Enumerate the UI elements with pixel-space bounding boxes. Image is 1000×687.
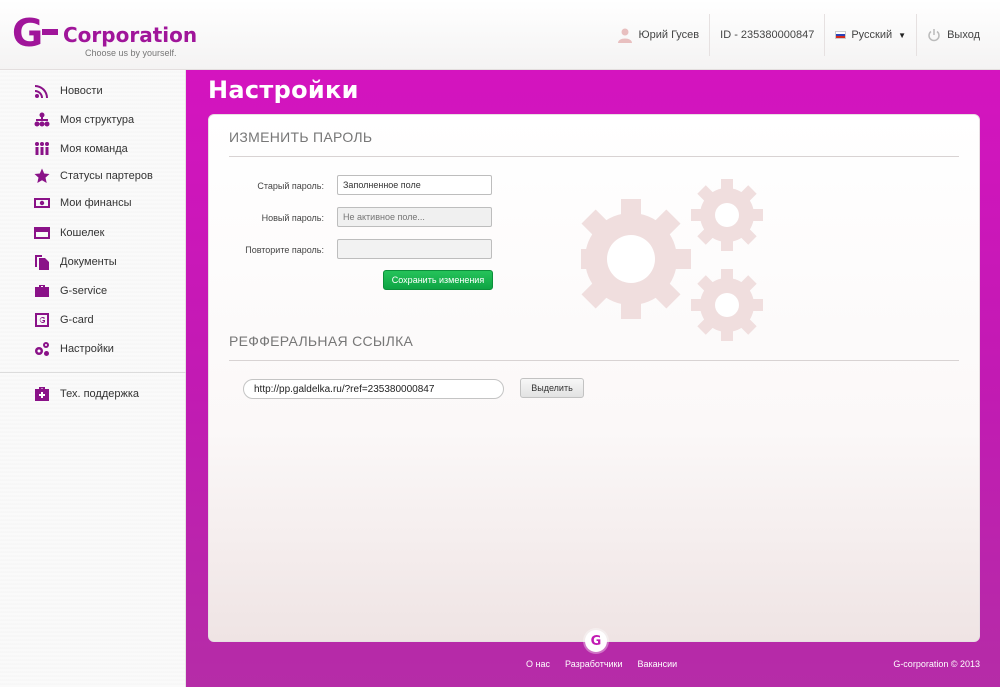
- rss-icon: [34, 83, 50, 99]
- sidebar-item-label: Мои финансы: [60, 197, 132, 209]
- logo-g: G: [12, 11, 43, 55]
- new-password-input[interactable]: [337, 207, 492, 227]
- star-icon: [34, 168, 50, 184]
- sidebar: Новости Моя структура Моя команда Статус…: [0, 70, 186, 687]
- user-icon: [617, 28, 632, 43]
- chevron-down-icon: ▼: [898, 30, 907, 40]
- main-content: Настройки ИЗМЕНИТЬ ПАРОЛЬ Старый пароль:…: [186, 70, 1000, 687]
- team-icon: [34, 141, 50, 157]
- sidebar-item-label: G-service: [60, 285, 108, 297]
- sidebar-item-label: Моя команда: [60, 143, 128, 155]
- card-icon: [34, 312, 50, 328]
- russia-flag-icon: [835, 31, 847, 39]
- structure-icon: [34, 112, 50, 128]
- old-password-label: Старый пароль:: [257, 181, 324, 191]
- sidebar-item-wallet[interactable]: Кошелек: [0, 221, 186, 245]
- header: G Corporation Choose us by yourself. Юри…: [0, 0, 1000, 70]
- section-divider: [229, 156, 959, 157]
- referral-link-heading: РЕФФЕРАЛЬНАЯ ССЫЛКА: [229, 333, 414, 349]
- sidebar-item-team[interactable]: Моя команда: [0, 137, 186, 161]
- sidebar-item-g-service[interactable]: G-service: [0, 279, 186, 303]
- referral-link-field[interactable]: http://pp.galdelka.ru/?ref=235380000847: [243, 379, 504, 399]
- user-id: ID - 235380000847: [709, 14, 824, 56]
- footer-link-developers[interactable]: Разработчики: [565, 659, 623, 669]
- select-link-button[interactable]: Выделить: [520, 378, 584, 398]
- sidebar-item-label: Моя структура: [60, 114, 135, 126]
- old-password-input[interactable]: [337, 175, 492, 195]
- settings-panel: ИЗМЕНИТЬ ПАРОЛЬ Старый пароль: Новый пар…: [208, 114, 980, 642]
- header-user-bar: Юрий Гусев ID - 235380000847 Русский ▼ В…: [607, 14, 1000, 56]
- money-icon: [34, 195, 50, 211]
- new-password-label: Новый пароль:: [261, 213, 324, 223]
- logout-button[interactable]: Выход: [916, 14, 1000, 56]
- user-id-text: ID - 235380000847: [720, 29, 815, 41]
- save-changes-button[interactable]: Сохранить изменения: [383, 270, 493, 290]
- change-password-heading: ИЗМЕНИТЬ ПАРОЛЬ: [229, 129, 373, 145]
- footer-link-about[interactable]: О нас: [526, 659, 550, 669]
- user-profile-link[interactable]: Юрий Гусев: [607, 14, 710, 56]
- user-name: Юрий Гусев: [638, 29, 700, 41]
- logout-label: Выход: [947, 29, 980, 41]
- documents-icon: [34, 254, 50, 270]
- gears-icon: [34, 341, 50, 357]
- sidebar-item-settings[interactable]: Настройки: [0, 337, 186, 361]
- footer-link-vacancies[interactable]: Вакансии: [638, 659, 678, 669]
- sidebar-item-label: Документы: [60, 256, 117, 268]
- sidebar-item-partner-statuses[interactable]: Статусы партеров: [0, 164, 186, 188]
- power-icon: [928, 29, 940, 42]
- sidebar-item-documents[interactable]: Документы: [0, 250, 186, 274]
- footer-logo: G: [585, 630, 607, 652]
- briefcase-icon: [34, 283, 50, 299]
- section-divider: [229, 360, 959, 361]
- sidebar-item-label: Настройки: [60, 343, 114, 355]
- logo-wordmark: Corporation: [63, 23, 198, 47]
- language-label: Русский: [851, 29, 893, 41]
- copyright: G-corporation © 2013: [893, 659, 980, 669]
- sidebar-item-label: G-card: [60, 314, 94, 326]
- logo-tagline: Choose us by yourself.: [85, 48, 177, 58]
- sidebar-item-support[interactable]: Тех. поддержка: [0, 382, 186, 406]
- sidebar-item-label: Новости: [60, 85, 103, 97]
- medkit-icon: [34, 386, 50, 402]
- sidebar-item-label: Статусы партеров: [60, 170, 153, 182]
- sidebar-item-structure[interactable]: Моя структура: [0, 108, 186, 132]
- sidebar-item-g-card[interactable]: G-card: [0, 308, 186, 332]
- referral-link-text: http://pp.galdelka.ru/?ref=235380000847: [254, 383, 435, 395]
- repeat-password-label: Повторите пароль:: [245, 245, 324, 255]
- wallet-icon: [34, 225, 50, 241]
- sidebar-item-finances[interactable]: Мои финансы: [0, 191, 186, 215]
- repeat-password-input[interactable]: [337, 239, 492, 259]
- logo-dash: [42, 29, 58, 35]
- sidebar-divider: [0, 372, 186, 373]
- page-title: Настройки: [208, 76, 359, 104]
- sidebar-item-news[interactable]: Новости: [0, 79, 186, 103]
- language-selector[interactable]: Русский ▼: [824, 14, 916, 56]
- sidebar-item-label: Кошелек: [60, 227, 105, 239]
- gears-illustration-icon: [581, 179, 763, 341]
- footer-links: О нас Разработчики Вакансии: [526, 659, 677, 669]
- sidebar-item-label: Тех. поддержка: [60, 388, 140, 400]
